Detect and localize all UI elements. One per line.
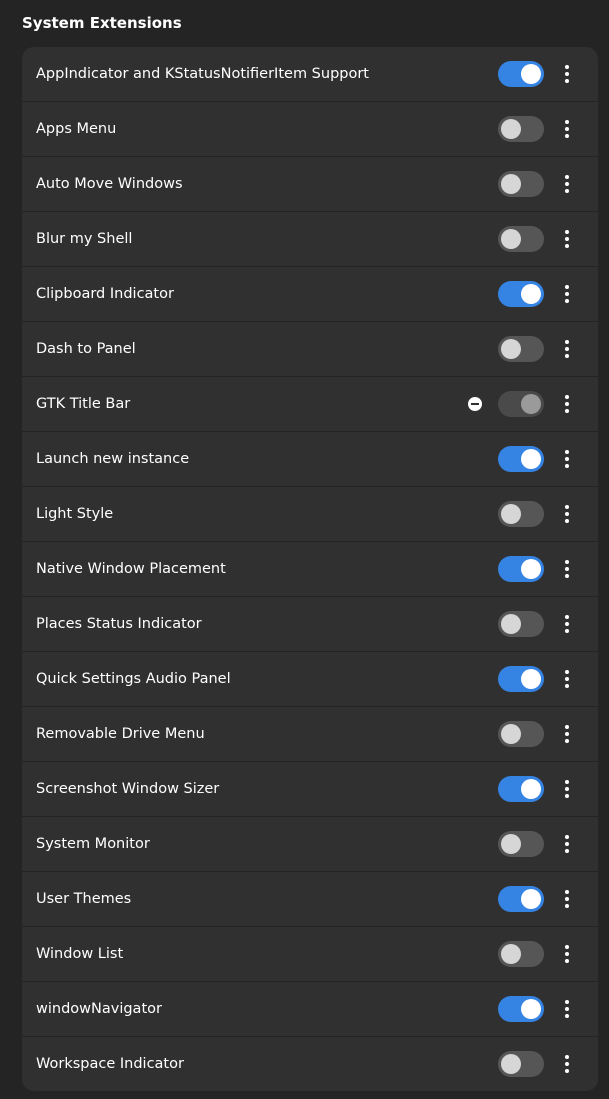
more-options-icon[interactable] <box>557 229 577 249</box>
switch-knob <box>521 449 541 469</box>
extension-row[interactable]: Clipboard Indicator <box>22 267 598 322</box>
more-options-icon[interactable] <box>557 834 577 854</box>
enable-switch[interactable] <box>498 556 544 582</box>
extension-name: Native Window Placement <box>36 561 226 577</box>
section-title: System Extensions <box>22 14 182 32</box>
extension-row[interactable]: Light Style <box>22 487 598 542</box>
extension-name: Launch new instance <box>36 451 190 467</box>
extension-name: User Themes <box>36 891 132 907</box>
more-options-icon[interactable] <box>557 339 577 359</box>
enable-switch[interactable] <box>498 226 544 252</box>
enable-switch[interactable] <box>498 776 544 802</box>
enable-switch[interactable] <box>498 996 544 1022</box>
more-options-icon[interactable] <box>557 64 577 84</box>
more-options-icon[interactable] <box>557 559 577 579</box>
extension-row[interactable]: Window List <box>22 927 598 982</box>
extension-row[interactable]: Workspace Indicator <box>22 1037 598 1091</box>
extension-row[interactable]: Removable Drive Menu <box>22 707 598 762</box>
switch-knob <box>501 724 521 744</box>
enable-switch[interactable] <box>498 611 544 637</box>
switch-knob <box>521 779 541 799</box>
more-options-icon[interactable] <box>557 944 577 964</box>
extension-name: GTK Title Bar <box>36 396 131 412</box>
enable-switch[interactable] <box>498 116 544 142</box>
enable-switch[interactable] <box>498 1051 544 1077</box>
switch-knob <box>521 889 541 909</box>
extension-row[interactable]: System Monitor <box>22 817 598 872</box>
extension-name: Clipboard Indicator <box>36 286 174 302</box>
more-options-icon[interactable] <box>557 614 577 634</box>
extension-row[interactable]: Screenshot Window Sizer <box>22 762 598 817</box>
switch-knob <box>521 999 541 1019</box>
switch-knob <box>521 284 541 304</box>
switch-knob <box>501 834 521 854</box>
switch-knob <box>501 339 521 359</box>
extension-row[interactable]: User Themes <box>22 872 598 927</box>
switch-knob <box>501 174 521 194</box>
more-options-icon[interactable] <box>557 394 577 414</box>
extension-name: Blur my Shell <box>36 231 133 247</box>
extension-name: Places Status Indicator <box>36 616 202 632</box>
switch-knob <box>501 119 521 139</box>
extension-row[interactable]: Apps Menu <box>22 102 598 157</box>
enable-switch[interactable] <box>498 886 544 912</box>
extension-row[interactable]: Auto Move Windows <box>22 157 598 212</box>
switch-knob <box>501 1054 521 1074</box>
more-options-icon[interactable] <box>557 999 577 1019</box>
extensions-list: AppIndicator and KStatusNotifierItem Sup… <box>22 47 598 1091</box>
more-options-icon[interactable] <box>557 284 577 304</box>
extension-row[interactable]: Launch new instance <box>22 432 598 487</box>
switch-knob <box>521 559 541 579</box>
more-options-icon[interactable] <box>557 504 577 524</box>
enable-switch[interactable] <box>498 281 544 307</box>
extension-row[interactable]: Places Status Indicator <box>22 597 598 652</box>
extension-row[interactable]: GTK Title Bar <box>22 377 598 432</box>
more-options-icon[interactable] <box>557 669 577 689</box>
more-options-icon[interactable] <box>557 1054 577 1074</box>
enable-switch[interactable] <box>498 501 544 527</box>
switch-knob <box>501 504 521 524</box>
enable-switch[interactable] <box>498 336 544 362</box>
extension-name: Screenshot Window Sizer <box>36 781 220 797</box>
extension-name: Removable Drive Menu <box>36 726 205 742</box>
switch-knob <box>521 394 541 414</box>
extension-row[interactable]: Quick Settings Audio Panel <box>22 652 598 707</box>
enable-switch[interactable] <box>498 831 544 857</box>
extension-name: System Monitor <box>36 836 150 852</box>
extension-row[interactable]: Blur my Shell <box>22 212 598 267</box>
switch-knob <box>521 669 541 689</box>
enable-switch[interactable] <box>498 61 544 87</box>
extension-name: Dash to Panel <box>36 341 136 357</box>
switch-knob <box>521 64 541 84</box>
more-options-icon[interactable] <box>557 724 577 744</box>
extension-name: Apps Menu <box>36 121 117 137</box>
enable-switch[interactable] <box>498 391 544 417</box>
switch-knob <box>501 944 521 964</box>
enable-switch[interactable] <box>498 666 544 692</box>
extension-name: Quick Settings Audio Panel <box>36 671 231 687</box>
more-options-icon[interactable] <box>557 889 577 909</box>
extension-row[interactable]: windowNavigator <box>22 982 598 1037</box>
more-options-icon[interactable] <box>557 174 577 194</box>
extension-name: Window List <box>36 946 124 962</box>
enable-switch[interactable] <box>498 941 544 967</box>
enable-switch[interactable] <box>498 171 544 197</box>
extension-name: AppIndicator and KStatusNotifierItem Sup… <box>36 66 369 82</box>
switch-knob <box>501 614 521 634</box>
extension-row[interactable]: AppIndicator and KStatusNotifierItem Sup… <box>22 47 598 102</box>
enable-switch[interactable] <box>498 721 544 747</box>
extension-name: Light Style <box>36 506 114 522</box>
extension-row[interactable]: Native Window Placement <box>22 542 598 597</box>
error-icon <box>468 397 482 411</box>
more-options-icon[interactable] <box>557 119 577 139</box>
more-options-icon[interactable] <box>557 779 577 799</box>
enable-switch[interactable] <box>498 446 544 472</box>
switch-knob <box>501 229 521 249</box>
extension-row[interactable]: Dash to Panel <box>22 322 598 377</box>
extension-name: Auto Move Windows <box>36 176 183 192</box>
more-options-icon[interactable] <box>557 449 577 469</box>
extension-name: windowNavigator <box>36 1001 162 1017</box>
extension-name: Workspace Indicator <box>36 1056 184 1072</box>
